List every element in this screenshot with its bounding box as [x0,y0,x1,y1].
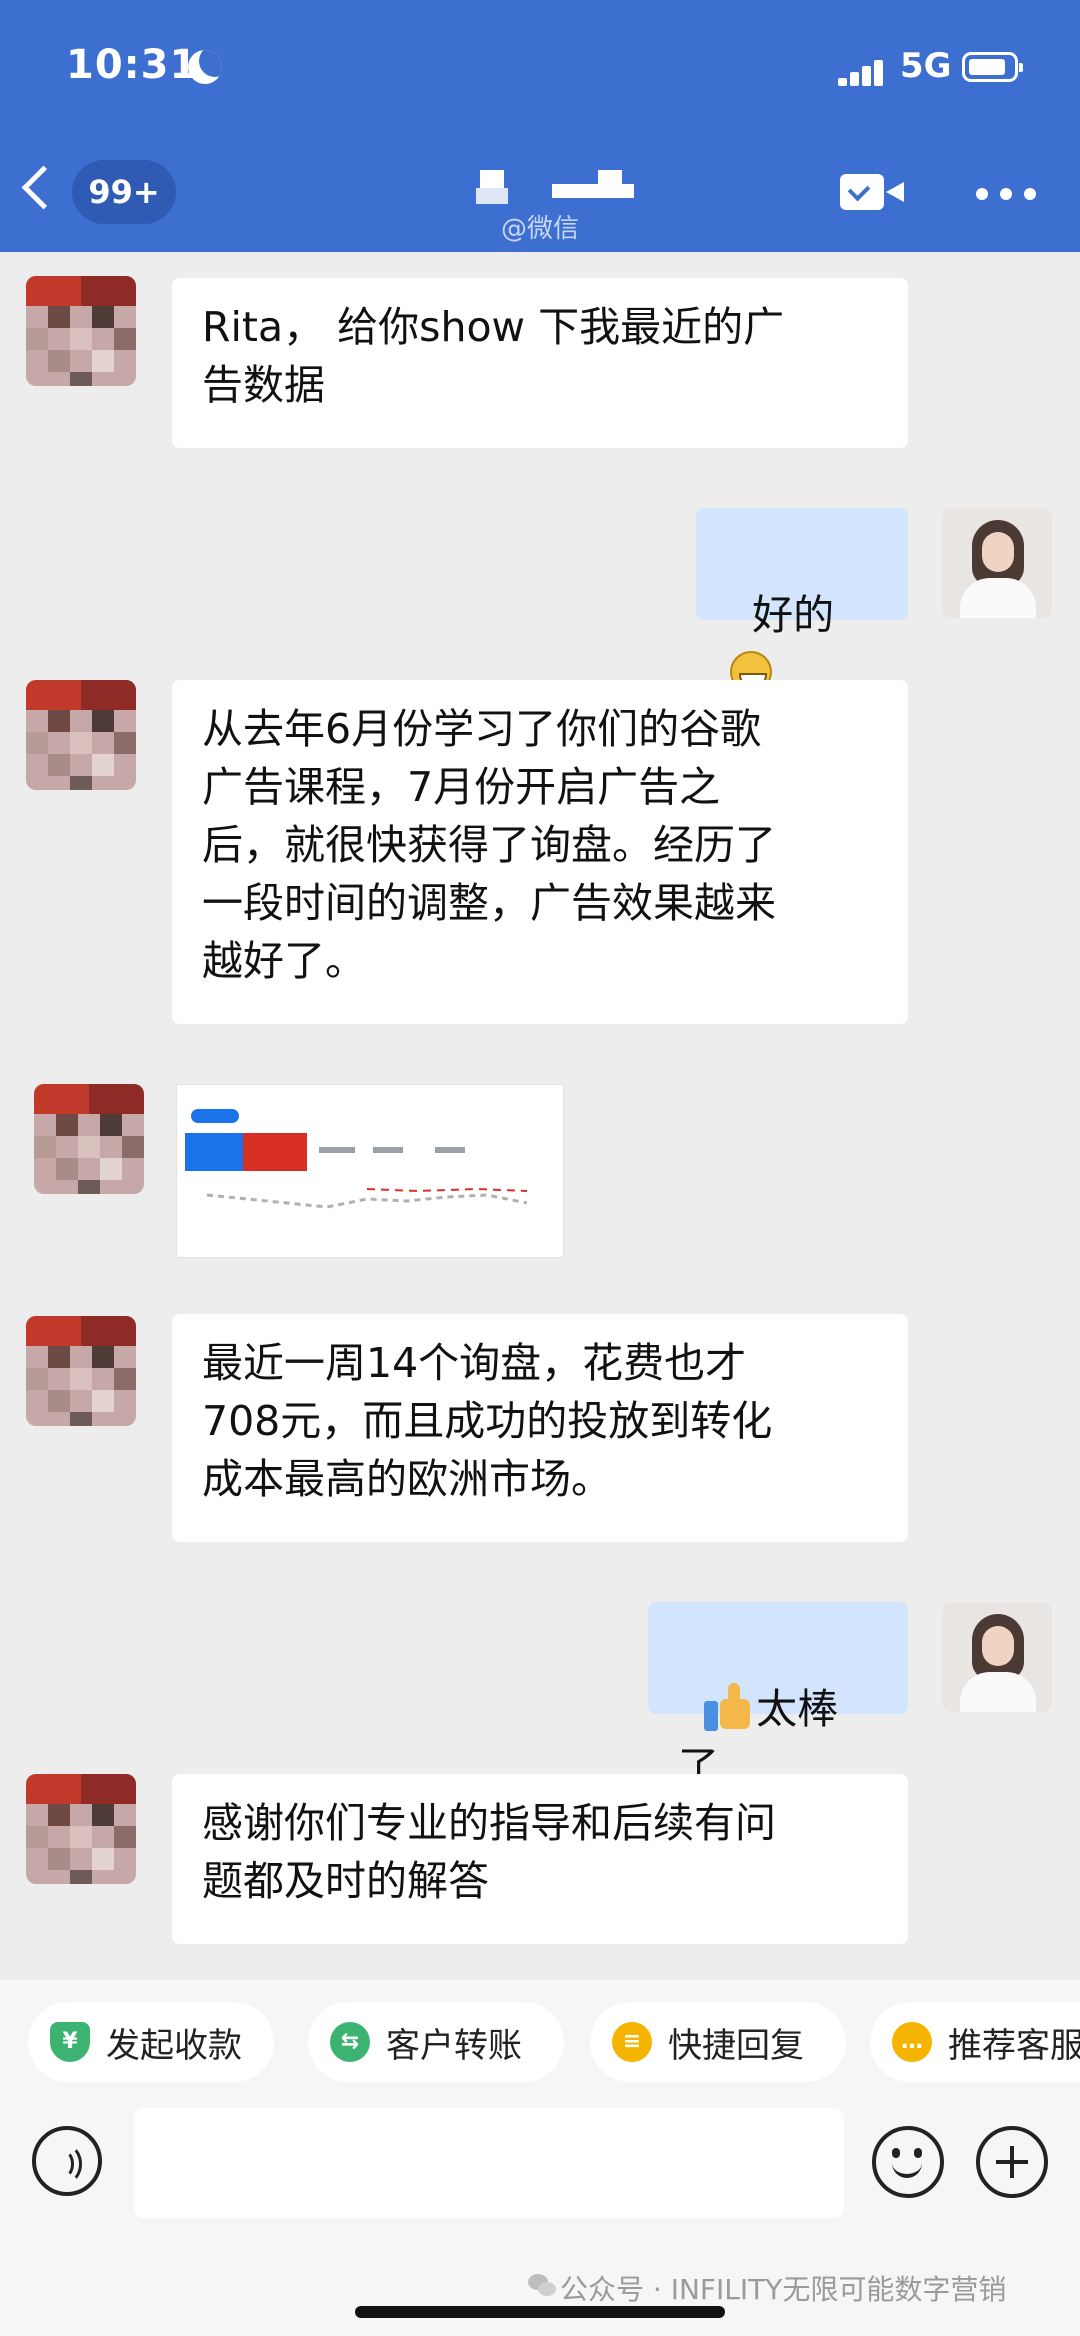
message-bubble-incoming[interactable]: 感谢你们专业的指导和后续有问 题都及时的解答 [172,1774,908,1944]
status-time: 10:31 [66,42,199,88]
battery-icon [962,52,1023,82]
signal-icon [838,52,894,86]
do-not-disturb-moon-icon [188,50,222,84]
more-icon[interactable] [976,188,1036,200]
wechat-logo-icon [528,2272,558,2298]
quick-action-quick-reply[interactable]: ≡ 快捷回复 [590,2002,846,2082]
quick-action-label: 发起收款 [106,2025,242,2066]
back-icon[interactable] [21,165,66,210]
contact-avatar[interactable] [26,1774,136,1884]
quick-action-customer-transfer[interactable]: ⇆ 客户转账 [308,2002,564,2082]
network-type: 5G [900,46,952,86]
transfer-icon: ⇆ [330,2022,370,2062]
quick-reply-icon: ≡ [612,2022,652,2062]
my-avatar[interactable] [942,1602,1052,1712]
message-input[interactable] [134,2108,844,2218]
video-call-icon[interactable] [840,174,904,210]
contact-avatar[interactable] [26,1316,136,1426]
yen-shield-icon: ¥ [50,2022,90,2062]
plus-icon[interactable] [976,2126,1048,2198]
quick-action-recommend[interactable]: … 推荐客服 [870,2002,1080,2082]
chat-title-redacted [460,166,660,210]
quick-action-label: 快捷回复 [668,2025,804,2066]
thumbs-up-emoji-icon [704,1681,754,1731]
message-text: 好的 [752,591,835,639]
contact-avatar[interactable] [26,680,136,790]
quick-action-label: 推荐客服 [948,2025,1080,2066]
dashboard-line-chart [206,1187,528,1209]
voice-input-icon[interactable] [32,2126,102,2196]
message-bubble-incoming[interactable]: 从去年6月份学习了你们的谷歌 广告课程，7月份开启广告之 后，就很快获得了询盘。… [172,680,908,1024]
ads-dashboard-image-message[interactable] [176,1084,564,1258]
home-indicator[interactable] [355,2306,725,2318]
contact-avatar[interactable] [34,1084,144,1194]
chat-subtitle: @微信 [500,214,579,244]
message-bubble-incoming[interactable]: Rita， 给你show 下我最近的广 告数据 [172,278,908,448]
quick-action-label: 客户转账 [386,2025,522,2066]
watermark: 公众号 · INFILITY无限可能数字营销 [560,2273,1007,2306]
emoji-icon[interactable] [872,2126,944,2198]
quick-action-collect-payment[interactable]: ¥ 发起收款 [28,2002,274,2082]
message-bubble-incoming[interactable]: 最近一周14个询盘，花费也才 708元，而且成功的投放到转化 成本最高的欧洲市场… [172,1314,908,1542]
message-bubble-outgoing[interactable]: 太棒了 [648,1602,908,1791]
contact-avatar[interactable] [26,276,136,386]
chat-header: 10:31 5G 99+ @微信 [0,0,1080,252]
recommend-icon: … [892,2022,932,2062]
message-bubble-outgoing[interactable]: 好的 [696,508,908,693]
my-avatar[interactable] [942,508,1052,618]
